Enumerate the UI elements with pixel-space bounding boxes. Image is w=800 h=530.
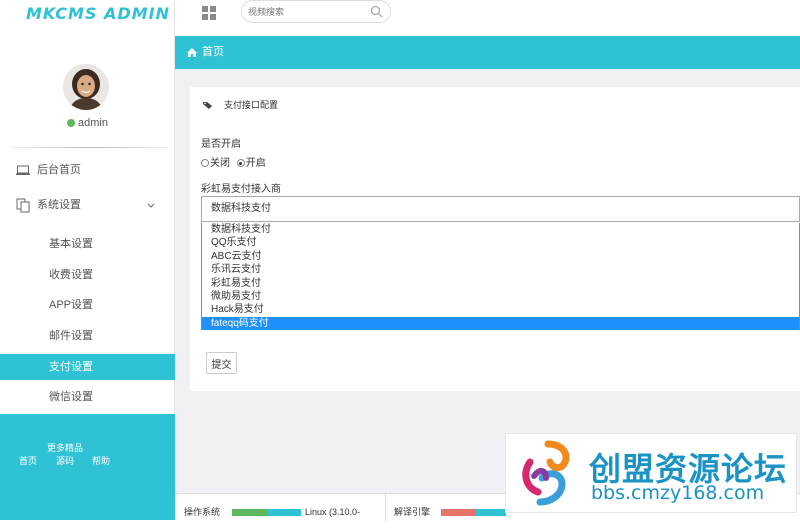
divider (12, 147, 168, 148)
os-label: 操作系统 (184, 507, 221, 517)
enable-label: 是否开启 (201, 139, 241, 150)
sidebar-item-system-settings[interactable]: 系统设置 (0, 192, 175, 218)
sidebar-subitem-payment[interactable]: 支付设置 (0, 354, 175, 380)
breadcrumb-home[interactable]: 首页 (202, 36, 224, 69)
copy-icon (16, 192, 32, 218)
sidebar-subitem-basic[interactable]: 基本设置 (0, 231, 175, 257)
divider (385, 494, 386, 521)
laptop-icon (16, 157, 32, 183)
app-logo[interactable]: MKCMS ADMIN (0, 0, 174, 28)
provider-option[interactable]: 微助易支付 (202, 290, 799, 303)
chevron-down-icon (146, 192, 156, 228)
provider-option[interactable]: 彩虹易支付 (202, 277, 799, 290)
provider-dropdown-list: 数据科技支付 QQ乐支付 ABC云支付 乐讯云支付 彩虹易支付 微助易支付 Ha… (201, 223, 800, 331)
sidebar-footer: 更多精品 首页 源码 帮助 (0, 414, 175, 520)
breadcrumb: 首页 (175, 36, 800, 69)
provider-option[interactable]: 乐讯云支付 (202, 263, 799, 276)
provider-option-highlighted[interactable]: fateqq码支付 (202, 316, 799, 331)
watermark-url: bbs.cmzy168.com (591, 482, 765, 504)
sidebar-item-dashboard[interactable]: 后台首页 (0, 157, 175, 183)
sidebar-subitem-charge[interactable]: 收费设置 (0, 262, 175, 288)
topbar (175, 0, 800, 36)
provider-option[interactable]: QQ乐支付 (202, 236, 799, 249)
engine-label: 解译引擎 (394, 507, 431, 517)
os-bar-green (232, 509, 267, 516)
username: admin (78, 117, 108, 129)
os-value: Linux (3.10.0- (305, 507, 361, 517)
radio-off-label: 关闭 (210, 158, 230, 169)
avatar[interactable] (63, 64, 109, 110)
provider-select[interactable]: 数据科技支付 (201, 196, 800, 222)
watermark: 创盟资源论坛 bbs.cmzy168.com (505, 433, 797, 513)
watermark-logo-icon (522, 440, 570, 506)
provider-label: 彩虹易支付接入商 (201, 184, 281, 195)
user-status: admin (0, 117, 175, 129)
tags-icon (202, 87, 214, 138)
sidebar-subitem-wechat[interactable]: 微信设置 (0, 384, 175, 410)
radio-off[interactable] (201, 159, 209, 167)
online-status-icon (67, 119, 76, 127)
sidebar-item-label: 系统设置 (37, 199, 81, 211)
grid-menu-icon[interactable] (201, 5, 217, 21)
more-products-link[interactable]: 更多精品 (47, 441, 83, 454)
sidebar-subitem-mail[interactable]: 邮件设置 (0, 323, 175, 349)
engine-bar-red (441, 509, 476, 516)
radio-on-label: 开启 (245, 158, 266, 169)
provider-option[interactable]: 数据科技支付 (202, 223, 799, 236)
radio-on[interactable] (236, 159, 245, 167)
sidebar: MKCMS ADMIN admin 后台首页 系统设置 基本设置 收费设置 AP… (0, 0, 175, 520)
engine-bar-cyan (476, 509, 506, 516)
footer-link-source[interactable]: 源码 (56, 454, 74, 467)
panel-title: 支付接口配置 (224, 100, 279, 110)
submit-button[interactable]: 提交 (206, 352, 237, 374)
provider-option[interactable]: Hack易支付 (202, 303, 799, 316)
footer-link-help[interactable]: 帮助 (92, 454, 110, 467)
enable-radio-group: 关闭 开启 (201, 154, 266, 169)
sidebar-item-label: 后台首页 (37, 164, 81, 176)
provider-option[interactable]: ABC云支付 (202, 250, 799, 263)
sidebar-subitem-app[interactable]: APP设置 (0, 292, 175, 318)
search-box (241, 0, 391, 23)
footer-link-home[interactable]: 首页 (19, 454, 37, 467)
search-icon[interactable] (370, 5, 383, 21)
payment-config-panel: 支付接口配置 是否开启 关闭 开启 彩虹易支付接入商 数据科技支付 数据科技支付… (190, 87, 800, 391)
panel-header: 支付接口配置 (190, 87, 800, 123)
os-bar-cyan (267, 509, 301, 516)
search-input[interactable] (248, 4, 368, 20)
